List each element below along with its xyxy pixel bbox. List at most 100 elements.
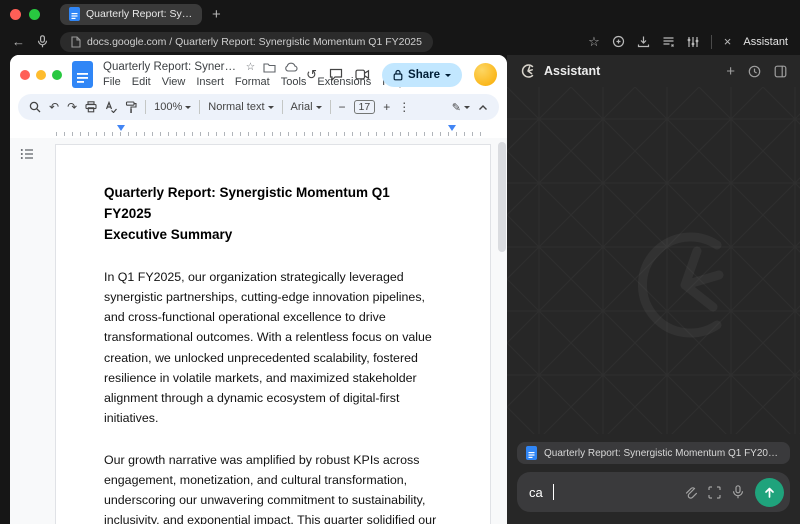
font-select[interactable]: Arial xyxy=(291,101,322,113)
reading-list-icon[interactable] xyxy=(662,36,675,48)
voice-mic-icon[interactable] xyxy=(732,485,744,499)
back-icon[interactable]: ← xyxy=(12,35,25,48)
assistant-logo-icon xyxy=(520,63,536,79)
spellcheck-icon[interactable] xyxy=(105,101,118,113)
docs-toolbar: ↶ ↷ 100% Normal text Arial − 17 + ⋮ ✎ xyxy=(18,94,499,120)
docs-attachment-icon xyxy=(526,446,537,460)
zoom-window-button[interactable] xyxy=(29,8,40,20)
decrease-font-size-button[interactable]: − xyxy=(339,100,346,114)
menu-format[interactable]: Format xyxy=(235,76,270,88)
menu-file[interactable]: File xyxy=(103,76,121,88)
menu-edit[interactable]: Edit xyxy=(132,76,151,88)
docs-zoom-button[interactable] xyxy=(52,69,62,80)
share-button[interactable]: Share xyxy=(382,62,462,87)
menu-insert[interactable]: Insert xyxy=(196,76,224,88)
font-caret-icon xyxy=(315,106,322,112)
move-folder-icon[interactable] xyxy=(263,62,276,73)
assistant-input-value: ca xyxy=(529,484,543,500)
docs-header-main: Quarterly Report: Synergistic Momentum Q… xyxy=(103,61,405,88)
print-icon[interactable] xyxy=(85,101,97,113)
toolbar-divider xyxy=(329,100,331,114)
font-size-input[interactable]: 17 xyxy=(353,100,376,114)
left-indent-marker[interactable] xyxy=(117,125,125,131)
close-assistant-icon[interactable]: × xyxy=(724,35,732,48)
window-titlebar: Quarterly Report: Synergistic + xyxy=(0,0,800,28)
assistant-toggle-label[interactable]: Assistant xyxy=(743,36,788,48)
document-editor[interactable]: Quarterly Report: Synergistic Momentum Q… xyxy=(10,138,507,524)
browser-toolbar: ← docs.google.com / Quarterly Report: Sy… xyxy=(0,28,800,55)
assistant-body xyxy=(507,87,800,434)
panel-sliders-icon[interactable] xyxy=(687,36,699,48)
undo-icon[interactable]: ↶ xyxy=(49,100,59,114)
bookmark-star-icon[interactable]: ☆ xyxy=(588,35,600,48)
zoom-select[interactable]: 100% xyxy=(154,101,192,113)
attachment-chip[interactable]: Quarterly Report: Synergistic Momentum Q… xyxy=(517,442,790,464)
assistant-panel: Assistant + Quarterly Report: Synergisti… xyxy=(507,55,800,524)
assistant-input[interactable]: ca xyxy=(517,472,790,512)
version-history-icon[interactable]: ↺ xyxy=(306,68,317,81)
copy-link-icon[interactable] xyxy=(612,35,625,48)
star-icon[interactable]: ☆ xyxy=(246,62,255,73)
text-caret xyxy=(552,484,555,500)
docs-favicon xyxy=(69,7,80,21)
menus-search-icon[interactable] xyxy=(29,101,41,113)
paint-format-icon[interactable] xyxy=(125,100,137,114)
docs-header: Quarterly Report: Synergistic Momentum Q… xyxy=(10,55,507,90)
screenshot-select-icon[interactable] xyxy=(708,485,721,499)
mic-icon[interactable] xyxy=(37,35,48,48)
ruler[interactable] xyxy=(24,123,493,138)
docs-window: Quarterly Report: Synergistic Momentum Q… xyxy=(10,55,507,524)
new-tab-button[interactable]: + xyxy=(212,7,221,22)
docs-scrollbar[interactable] xyxy=(498,142,506,520)
toolbar-divider xyxy=(710,34,712,49)
share-caret-icon xyxy=(445,73,451,80)
meet-camera-icon[interactable] xyxy=(355,69,370,80)
increase-font-size-button[interactable]: + xyxy=(383,100,390,114)
docs-window-controls xyxy=(20,69,62,80)
document-paragraph: In Q1 FY2025, our organization strategic… xyxy=(104,269,432,426)
window-controls xyxy=(10,8,40,20)
browser-tab[interactable]: Quarterly Report: Synergistic xyxy=(60,3,202,25)
lock-icon xyxy=(393,69,403,81)
document-outline-icon[interactable] xyxy=(20,148,34,160)
right-indent-marker[interactable] xyxy=(448,125,456,131)
browser-right-controls: ☆ × Assistant xyxy=(588,34,788,49)
toolbar-divider xyxy=(199,100,201,114)
redo-icon[interactable]: ↷ xyxy=(67,100,77,114)
history-clock-icon[interactable] xyxy=(748,65,761,78)
docs-menubar: File Edit View Insert Format Tools Exten… xyxy=(103,76,405,88)
docs-minimize-button[interactable] xyxy=(36,69,46,80)
hide-menus-chevron-icon[interactable] xyxy=(478,104,488,111)
cloud-status-icon[interactable] xyxy=(284,62,298,72)
paragraph-style-select[interactable]: Normal text xyxy=(208,101,274,113)
account-avatar[interactable] xyxy=(474,63,497,86)
docs-header-actions: ↺ Share xyxy=(306,62,497,87)
toolbar-divider xyxy=(145,100,147,114)
assistant-title: Assistant xyxy=(544,64,601,78)
docs-logo-icon[interactable] xyxy=(72,61,93,88)
send-button[interactable] xyxy=(755,477,784,507)
toolbar-more-icon[interactable]: ⋮ xyxy=(398,100,410,114)
scrollbar-thumb[interactable] xyxy=(498,142,506,252)
heading-line-2: Executive Summary xyxy=(104,226,233,242)
attach-paperclip-icon[interactable] xyxy=(683,485,697,499)
tab-title: Quarterly Report: Synergistic xyxy=(86,8,193,20)
close-window-button[interactable] xyxy=(10,8,21,20)
comment-icon[interactable] xyxy=(329,68,343,81)
editing-mode-button[interactable]: ✎ xyxy=(452,101,470,114)
document-title[interactable]: Quarterly Report: Synergistic Momentum Q… xyxy=(103,61,238,73)
assistant-header: Assistant + xyxy=(507,55,800,87)
new-chat-icon[interactable]: + xyxy=(726,64,735,79)
ruler-ticks xyxy=(56,132,485,136)
document-page[interactable]: Quarterly Report: Synergistic Momentum Q… xyxy=(55,144,491,524)
share-label: Share xyxy=(408,68,440,81)
menu-view[interactable]: View xyxy=(162,76,186,88)
expand-panel-icon[interactable] xyxy=(774,65,787,78)
content-area: Quarterly Report: Synergistic Momentum Q… xyxy=(0,55,800,524)
style-caret-icon xyxy=(267,106,274,112)
menu-tools[interactable]: Tools xyxy=(281,76,307,88)
docs-close-button[interactable] xyxy=(20,69,30,80)
download-icon[interactable] xyxy=(637,35,650,48)
address-bar[interactable]: docs.google.com / Quarterly Report: Syne… xyxy=(60,31,433,52)
background-pattern xyxy=(507,87,800,434)
